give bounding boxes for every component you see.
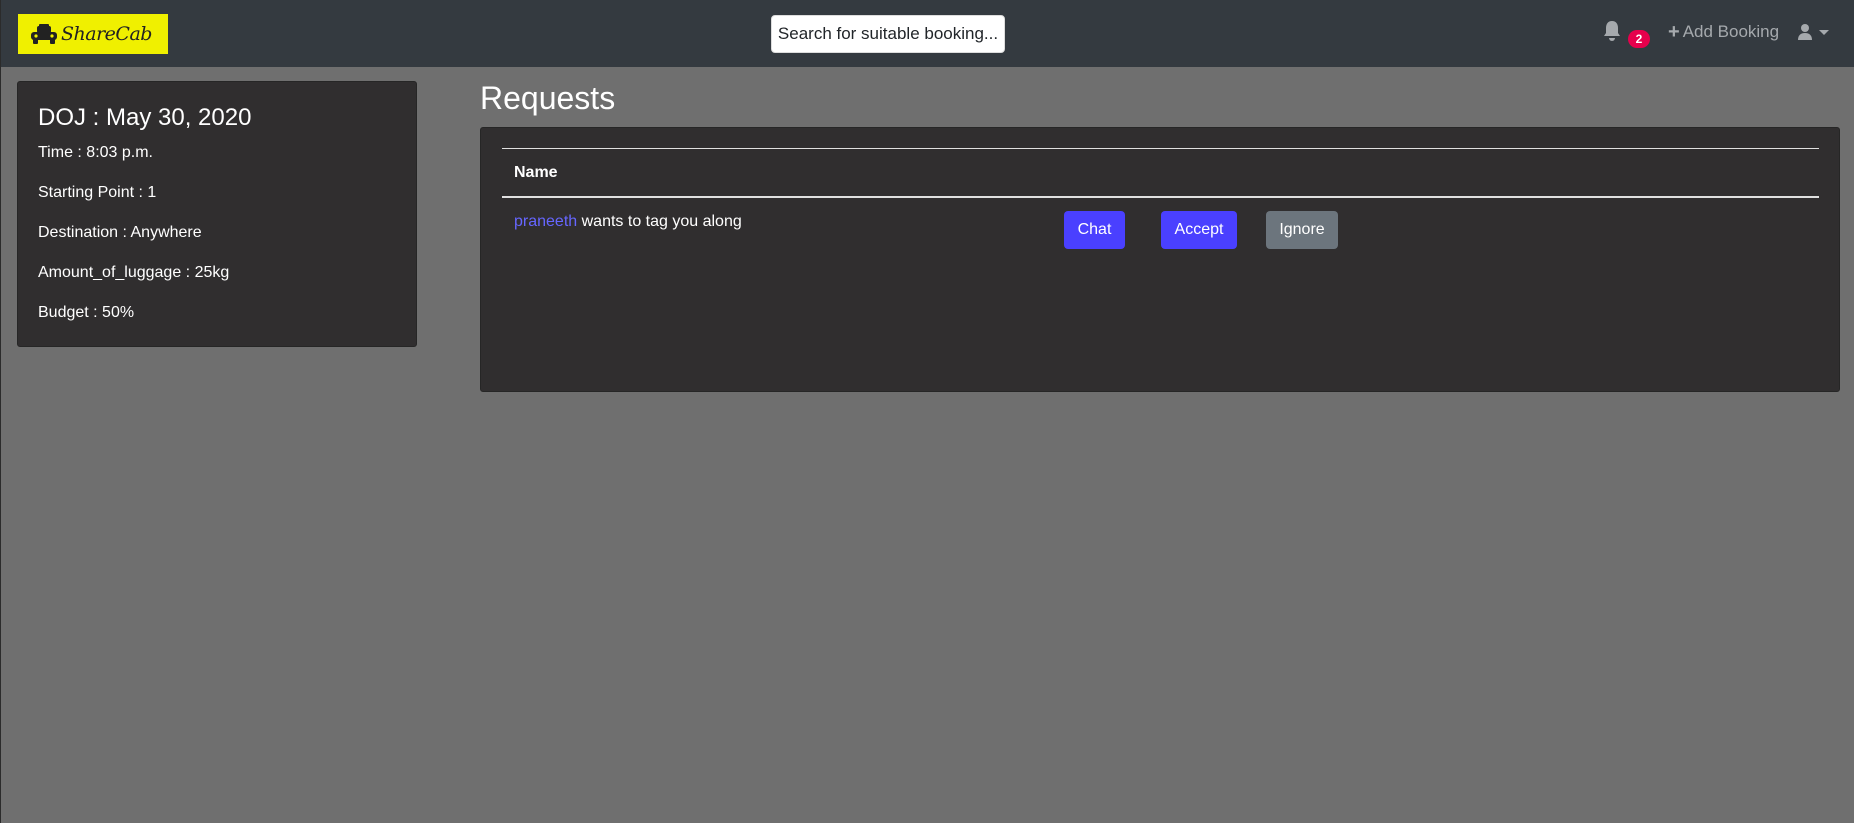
brand-name: ShareCab — [61, 23, 152, 45]
accept-button[interactable]: Accept — [1161, 211, 1237, 249]
page-title: Requests — [480, 80, 616, 116]
booking-time: Time : 8:03 p.m. — [38, 144, 153, 161]
requests-card: Name praneeth wants to tag you along Cha… — [480, 127, 1840, 392]
search-booking-button[interactable]: Search for suitable booking... — [771, 15, 1005, 53]
car-icon — [31, 24, 57, 44]
requests-table: Name praneeth wants to tag you along Cha… — [502, 148, 1819, 258]
ignore-button[interactable]: Ignore — [1266, 211, 1338, 249]
column-header-name: Name — [514, 163, 558, 181]
user-menu-dropdown[interactable] — [1797, 20, 1829, 44]
bell-icon[interactable] — [1602, 20, 1622, 42]
chat-button[interactable]: Chat — [1064, 211, 1125, 249]
request-message: praneeth wants to tag you along — [514, 213, 742, 231]
add-booking-link[interactable]: + Add Booking — [1668, 20, 1779, 44]
requester-link[interactable]: praneeth — [514, 213, 577, 230]
user-icon — [1798, 24, 1812, 40]
budget: Budget : 50% — [38, 304, 135, 321]
request-text: wants to tag you along — [581, 213, 742, 230]
table-header: Name — [502, 148, 1819, 198]
destination: Destination : Anywhere — [38, 224, 202, 241]
notification-badge: 2 — [1628, 30, 1650, 48]
caret-down-icon — [1819, 29, 1829, 35]
plus-icon: + — [1668, 21, 1680, 43]
starting-point: Starting Point : 1 — [38, 184, 157, 201]
date-of-journey: DOJ : May 30, 2020 — [38, 104, 252, 131]
luggage-amount: Amount_of_luggage : 25kg — [38, 264, 230, 281]
brand-logo[interactable]: ShareCab — [18, 14, 168, 54]
booking-details-card: DOJ : May 30, 2020 Time : 8:03 p.m. Star… — [17, 81, 417, 347]
table-row: praneeth wants to tag you along Chat Acc… — [502, 198, 1819, 258]
add-booking-label: Add Booking — [1682, 22, 1780, 41]
top-navbar: ShareCab Search for suitable booking... … — [1, 0, 1854, 67]
